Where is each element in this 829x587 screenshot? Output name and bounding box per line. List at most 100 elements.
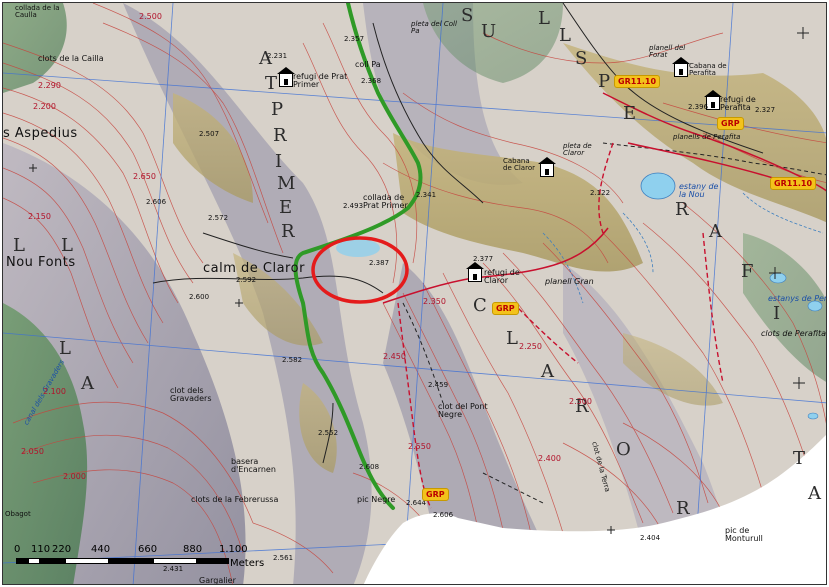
refugi-claror-label: refugi de Claror — [484, 268, 520, 285]
top-letter-u: U — [481, 21, 499, 42]
pleta-claror-label: pleta de Claror — [563, 142, 592, 157]
prat-primer-letter-p: P — [271, 99, 286, 120]
claror-letter-a: A — [541, 361, 556, 382]
right-letter-i: I — [773, 303, 783, 324]
estanys-perafita-label: estanys de Perafita — [768, 294, 827, 303]
estany-de-la-nou-label: estany de la Nou — [679, 182, 719, 199]
elevation-label: 2.561 — [273, 554, 294, 562]
elevation-label: 2.404 — [640, 534, 661, 542]
top-letter-s2: S — [575, 48, 590, 69]
elevation-label: 2.459 — [428, 381, 449, 389]
right-letter-r: R — [675, 199, 691, 220]
collada-caulla-label: collada de la Caulla — [15, 4, 60, 19]
right-letter-t: T — [793, 448, 808, 469]
contour-label: 2.000 — [63, 472, 86, 481]
claror-letter-r2: R — [676, 498, 692, 519]
pic-negre-label: pic Negre — [357, 495, 396, 504]
scale-tick-label: 220 — [52, 544, 72, 555]
cabana-claror-icon[interactable] — [538, 157, 556, 177]
grp-route-badge[interactable]: GRP — [717, 117, 744, 130]
scale-segment — [65, 558, 109, 564]
left-letter-l2: L — [61, 235, 75, 256]
contour-label: 2.250 — [519, 342, 542, 351]
elevation-label: 2.507 — [199, 130, 220, 138]
prat-primer-letter-e: E — [279, 197, 295, 218]
clots-febrerussa-label: clots de la Febrerussa — [191, 495, 279, 504]
claror-letter-c: C — [473, 295, 489, 316]
contour-label: 2.400 — [538, 454, 561, 463]
elevation-label: 2.552 — [318, 429, 339, 437]
contour-label: 2.300 — [569, 397, 592, 406]
refugi-prat-primer-label: refugi de Prat Primer — [293, 72, 348, 89]
prat-primer-letter-m: M — [277, 173, 298, 194]
prat-primer-letter-r: R — [273, 125, 289, 146]
planell-gran-label: planell Gran — [545, 277, 594, 286]
pic-monturull-label: pic de Monturull — [725, 526, 763, 543]
prat-primer-letter-r2: R — [281, 221, 297, 242]
prat-primer-letter-i: I — [275, 151, 285, 172]
clot-gravaders-label: clot dels Gravaders — [170, 386, 212, 403]
right-letter-f: F — [741, 261, 756, 282]
scale-tick-label: 440 — [91, 544, 111, 555]
scale-unit-label: Meters — [230, 558, 265, 569]
elevation-label: 2.231 — [267, 52, 288, 60]
elevation-label: 2.368 — [361, 77, 382, 85]
top-letter-l1: L — [538, 8, 552, 29]
scale-segment — [40, 558, 65, 564]
gr-route-badge[interactable]: GR11.10 — [614, 75, 661, 88]
basera-encarnen-label: basera d'Encarnen — [231, 457, 276, 474]
elevation-label: 2.387 — [369, 259, 390, 267]
claror-letter-o: O — [616, 439, 633, 460]
topographic-map[interactable]: calm de Claror refugi de Prat Primer ref… — [2, 2, 827, 585]
collada-prat-primer-label: collada de Prat Primer — [363, 193, 408, 210]
scale-segment — [109, 558, 153, 564]
cabana-perafita-label: Cabana de Perafita — [689, 62, 727, 77]
pleta-coll-pa-label: pleta del Coll Pa — [411, 20, 457, 35]
cabana-perafita-icon[interactable] — [672, 57, 690, 77]
refugi-perafita-icon[interactable] — [704, 90, 722, 110]
elevation-label: 2.327 — [755, 106, 776, 114]
scale-tick-label: 1.100 — [219, 544, 248, 555]
contour-label: 2.150 — [28, 212, 51, 221]
contour-label: 2.290 — [38, 81, 61, 90]
right-letter-p: P — [598, 71, 613, 92]
elevation-label: 2.582 — [282, 356, 303, 364]
elevation-label: 2.572 — [208, 214, 229, 222]
claror-letter-l: L — [506, 328, 520, 349]
scale-tick-label: 110 — [31, 544, 51, 555]
elevation-label: 2.357 — [344, 35, 365, 43]
elevation-label: 2.644 — [406, 499, 427, 507]
left-letter-a: A — [81, 373, 96, 394]
top-letter-s: S — [461, 5, 476, 26]
clots-caulla-label: clots de la Cailla — [38, 54, 104, 63]
clots-perafita-label: clots de Perafita — [761, 329, 827, 338]
grp-route-badge[interactable]: GRP — [422, 488, 449, 501]
right-letter-a: A — [709, 221, 724, 242]
elevation-label: 2.592 — [236, 276, 257, 284]
coll-pa-label: coll Pa — [355, 60, 381, 69]
refugi-claror-icon[interactable] — [466, 262, 484, 282]
planell-forat-label: planell del Forat — [649, 44, 686, 59]
gargalier-label: Gargalier — [199, 576, 236, 585]
clot-pont-negre-label: clot del Pont Negre — [438, 402, 488, 419]
planells-perafita-label: planells de Perafita — [673, 133, 741, 141]
contour-label: 2.500 — [139, 12, 162, 21]
scale-tick-label: 660 — [138, 544, 158, 555]
contour-label: 2.450 — [383, 352, 406, 361]
elevation-label: 2.122 — [590, 189, 611, 197]
gr-route-badge[interactable]: GR11.10 — [770, 177, 817, 190]
elevation-label: 2.600 — [189, 293, 210, 301]
elevation-label: 2.493 — [343, 202, 364, 210]
grp-route-badge[interactable]: GRP — [492, 302, 519, 315]
elevation-label: 2.341 — [416, 191, 437, 199]
elevation-label: 2.606 — [146, 198, 167, 206]
elevation-label: 2.377 — [473, 255, 494, 263]
refugi-prat-primer-icon[interactable] — [277, 67, 295, 87]
scale-segment — [153, 558, 197, 564]
top-letter-l2: L — [559, 25, 573, 46]
right-letter-e: E — [623, 103, 639, 124]
obagot-label: Obagot — [5, 510, 31, 518]
contour-label: 2.350 — [423, 297, 446, 306]
scale-segment — [16, 558, 28, 564]
contour-label: 2.650 — [133, 172, 156, 181]
